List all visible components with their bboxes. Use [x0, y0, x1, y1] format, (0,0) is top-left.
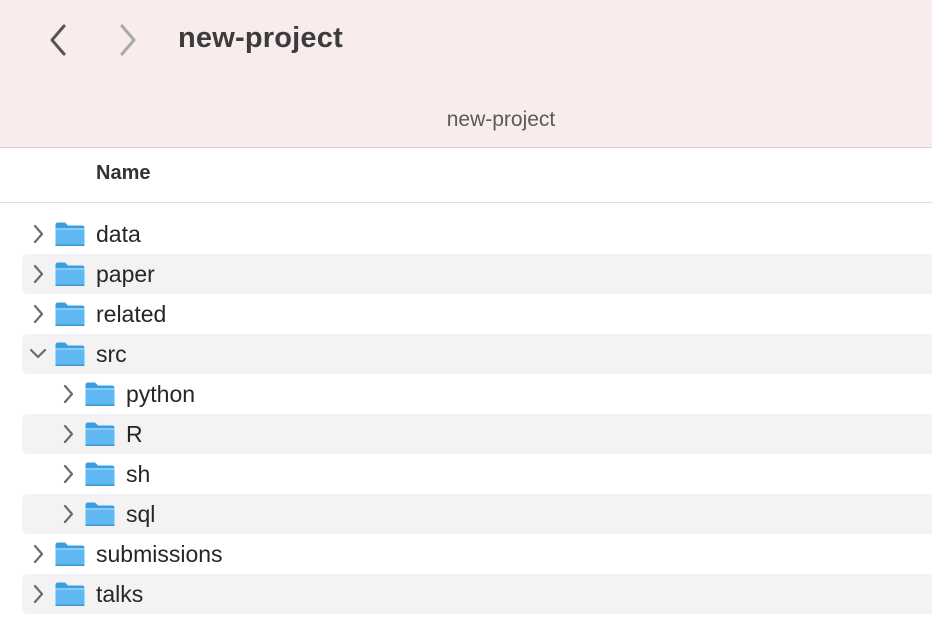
chevron-right-icon[interactable]	[28, 582, 48, 606]
file-list: data paper related src python R sh sql s	[0, 214, 932, 614]
chevron-right-icon[interactable]	[28, 542, 48, 566]
back-button[interactable]	[38, 20, 78, 60]
window-title: new-project	[178, 22, 343, 54]
column-header-bar: Name	[0, 148, 932, 203]
folder-icon	[54, 540, 86, 568]
list-item-sql[interactable]: sql	[22, 494, 932, 534]
list-item-related[interactable]: related	[22, 294, 932, 334]
folder-icon	[54, 220, 86, 248]
item-label: python	[126, 381, 196, 407]
item-label: sh	[126, 461, 151, 487]
chevron-down-icon[interactable]	[28, 342, 48, 366]
list-item-submissions[interactable]: submissions	[22, 534, 932, 574]
folder-icon	[54, 300, 86, 328]
folder-icon	[84, 500, 116, 528]
item-label: R	[126, 421, 143, 447]
chevron-right-icon[interactable]	[58, 422, 78, 446]
list-item-talks[interactable]: talks	[22, 574, 932, 614]
chevron-right-icon[interactable]	[58, 382, 78, 406]
list-item-python[interactable]: python	[22, 374, 932, 414]
chevron-left-icon	[50, 24, 66, 56]
chevron-right-icon[interactable]	[28, 222, 48, 246]
path-label: new-project	[446, 108, 556, 131]
item-label: related	[96, 301, 167, 327]
item-label: src	[96, 341, 127, 367]
name-column-header[interactable]: Name	[96, 162, 150, 185]
folder-icon	[84, 420, 116, 448]
item-label: sql	[126, 501, 156, 527]
forward-button[interactable]	[108, 20, 148, 60]
item-label: paper	[96, 261, 155, 287]
chevron-right-icon[interactable]	[28, 302, 48, 326]
chevron-right-icon[interactable]	[28, 262, 48, 286]
list-item-paper[interactable]: paper	[22, 254, 932, 294]
folder-icon	[54, 260, 86, 288]
list-item-sh[interactable]: sh	[22, 454, 932, 494]
folder-icon	[84, 380, 116, 408]
folder-icon	[54, 340, 86, 368]
item-label: data	[96, 221, 141, 247]
list-item-src[interactable]: src	[22, 334, 932, 374]
item-label: talks	[96, 581, 144, 607]
folder-icon	[84, 460, 116, 488]
chevron-right-icon[interactable]	[58, 502, 78, 526]
chevron-right-icon[interactable]	[58, 462, 78, 486]
item-label: submissions	[96, 541, 223, 567]
folder-icon	[54, 580, 86, 608]
list-item-data[interactable]: data	[22, 214, 932, 254]
toolbar: new-project new-project	[0, 0, 932, 148]
chevron-right-icon	[120, 24, 136, 56]
list-item-r[interactable]: R	[22, 414, 932, 454]
